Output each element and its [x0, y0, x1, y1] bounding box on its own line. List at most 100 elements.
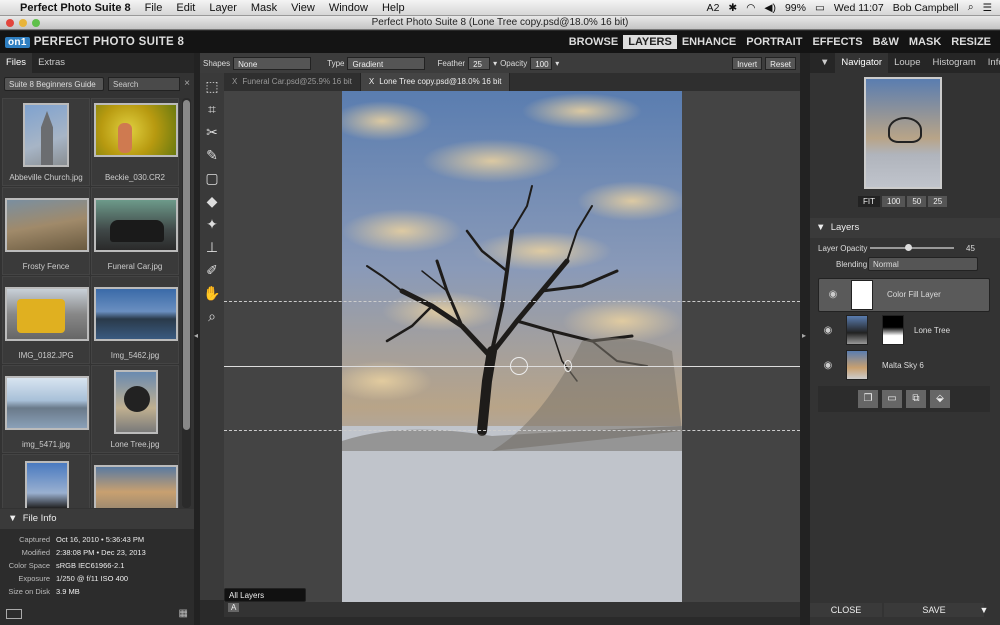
zoom-100-button[interactable]: 100 — [882, 196, 906, 207]
clone-stamp-icon[interactable]: ⊥ — [202, 237, 222, 257]
zoom-icon[interactable]: ⌕ — [202, 306, 222, 326]
type-select[interactable]: Gradient — [347, 56, 426, 70]
layer-row[interactable]: ◉ Color Fill Layer — [818, 278, 990, 312]
file-cell[interactable]: Beckie_030.CR2 — [91, 98, 179, 186]
menu-edit[interactable]: Edit — [169, 2, 202, 14]
search-icon[interactable]: ⌕ — [968, 1, 974, 14]
close-button[interactable]: CLOSE — [810, 603, 882, 617]
hand-icon[interactable]: ✋ — [202, 283, 222, 303]
navigator-thumbnail[interactable] — [864, 77, 942, 189]
tab-info[interactable]: Info — [982, 53, 1000, 73]
zoom-25-button[interactable]: 25 — [928, 196, 948, 207]
adobe-icon[interactable]: A2 — [707, 2, 720, 14]
layer-opacity-slider[interactable] — [870, 244, 954, 251]
opacity-input[interactable]: 100 — [530, 56, 553, 70]
brush-icon[interactable]: ✎ — [202, 145, 222, 165]
mode-layers[interactable]: LAYERS — [623, 35, 677, 49]
shapes-select[interactable]: None — [233, 56, 312, 70]
scrollbar-thumb[interactable] — [183, 100, 190, 430]
menu-layer[interactable]: Layer — [202, 2, 244, 14]
file-cell[interactable] — [2, 454, 90, 508]
search-input[interactable]: Search — [108, 77, 181, 91]
minimize-window-icon[interactable] — [19, 19, 27, 27]
refine-brush-icon[interactable]: ✐ — [202, 260, 222, 280]
image-canvas[interactable] — [224, 91, 800, 602]
menu-view[interactable]: View — [284, 2, 322, 14]
gradient-rotate-handle[interactable] — [564, 360, 572, 372]
menu-file[interactable]: File — [138, 2, 170, 14]
document-tab[interactable]: X Funeral Car.psd@25.9% 16 bit — [224, 73, 361, 91]
menu-help[interactable]: Help — [375, 2, 412, 14]
blending-select[interactable]: Normal — [868, 257, 978, 271]
invert-button[interactable]: Invert — [732, 56, 763, 70]
user-name[interactable]: Bob Campbell — [893, 2, 959, 14]
tab-files[interactable]: Files — [0, 53, 33, 73]
grid-view-icon[interactable]: ▦ — [179, 608, 188, 619]
feather-input[interactable]: 25 — [468, 56, 491, 70]
feather-stepper-icon[interactable]: ▾ — [493, 59, 497, 68]
eye-icon[interactable]: ◉ — [818, 360, 838, 371]
menu-mask[interactable]: Mask — [244, 2, 284, 14]
file-cell[interactable]: img_5471.jpg — [2, 365, 90, 453]
eye-icon[interactable]: ◉ — [818, 325, 838, 336]
photo-preview[interactable] — [332, 91, 687, 602]
app-menu[interactable]: Perfect Photo Suite 8 — [14, 2, 138, 14]
file-grid-scrollbar[interactable] — [182, 98, 191, 508]
mode-portrait[interactable]: PORTRAIT — [741, 35, 807, 49]
zoom-window-icon[interactable] — [32, 19, 40, 27]
retouch-icon[interactable]: ✦ — [202, 214, 222, 234]
close-window-icon[interactable] — [6, 19, 14, 27]
mode-mask[interactable]: MASK — [904, 35, 946, 49]
fill-layer-icon[interactable]: ⬙ — [930, 390, 950, 408]
clock[interactable]: Wed 11:07 — [834, 2, 884, 14]
merge-layers-icon[interactable]: ⧉ — [906, 390, 926, 408]
bluetooth-icon[interactable]: ✱ — [728, 2, 737, 14]
layers-header[interactable]: ▼ Layers — [810, 218, 1000, 238]
tab-extras[interactable]: Extras — [32, 53, 71, 73]
layer-view-select[interactable]: All Layers — [224, 588, 306, 602]
close-tab-icon[interactable]: X — [232, 77, 237, 86]
zoom-50-button[interactable]: 50 — [907, 196, 927, 207]
marquee-icon[interactable]: ⬚ — [202, 76, 222, 96]
layer-row[interactable]: ◉ Malta Sky 6 — [818, 348, 990, 382]
mode-enhance[interactable]: ENHANCE — [677, 35, 741, 49]
duplicate-layer-icon[interactable]: ❐ — [858, 390, 878, 408]
file-cell[interactable]: Abbeville Church.jpg — [2, 98, 90, 186]
file-info-header[interactable]: ▼ File Info — [0, 509, 194, 529]
gradient-guide-bottom[interactable] — [224, 430, 800, 431]
list-icon[interactable]: ☰ — [983, 2, 992, 14]
tab-histogram[interactable]: Histogram — [927, 53, 982, 73]
transform-icon[interactable]: ✂ — [202, 122, 222, 142]
mode-effects[interactable]: EFFECTS — [807, 35, 867, 49]
file-cell[interactable]: Img_5462.jpg — [91, 276, 179, 364]
view-toggle-icon[interactable] — [6, 609, 22, 619]
file-cell[interactable]: IMG_0182.JPG — [2, 276, 90, 364]
battery-icon[interactable]: ▭ — [815, 2, 825, 14]
source-select[interactable]: Suite 8 Beginners Guide — [4, 77, 104, 91]
file-cell[interactable]: Lone Tree.jpg — [91, 365, 179, 453]
close-tab-icon[interactable]: X — [369, 77, 374, 86]
right-panel-splitter[interactable]: ▸ — [800, 53, 810, 625]
zoom-fit-button[interactable]: FIT — [858, 196, 880, 207]
reset-button[interactable]: Reset — [765, 56, 796, 70]
navigator-collapse-icon[interactable]: ▼ — [814, 53, 835, 73]
layer-opacity-slider-knob[interactable] — [904, 244, 912, 251]
opacity-stepper-icon[interactable]: ▾ — [555, 59, 559, 68]
tab-loupe[interactable]: Loupe — [888, 53, 926, 73]
mode-bw[interactable]: B&W — [868, 35, 904, 49]
save-button[interactable]: SAVE — [884, 603, 984, 617]
file-cell[interactable] — [91, 454, 179, 508]
tab-navigator[interactable]: Navigator — [835, 53, 889, 73]
layer-mask-thumbnail[interactable] — [882, 315, 904, 345]
delete-layer-icon[interactable]: ▭ — [882, 390, 902, 408]
save-options-icon[interactable]: ▼ — [974, 603, 994, 617]
frame-icon[interactable]: ▢ — [202, 168, 222, 188]
file-cell[interactable]: Frosty Fence — [2, 187, 90, 275]
mode-resize[interactable]: RESIZE — [946, 35, 996, 49]
file-cell[interactable]: Funeral Car.jpg — [91, 187, 179, 275]
battery-percent[interactable]: 99% — [785, 2, 806, 14]
gradient-guide-top[interactable] — [224, 301, 800, 302]
layer-row[interactable]: ◉ Lone Tree — [818, 313, 990, 347]
document-tab-active[interactable]: X Lone Tree copy.psd@18.0% 16 bit — [360, 73, 511, 91]
volume-icon[interactable]: ◀) — [764, 2, 776, 14]
